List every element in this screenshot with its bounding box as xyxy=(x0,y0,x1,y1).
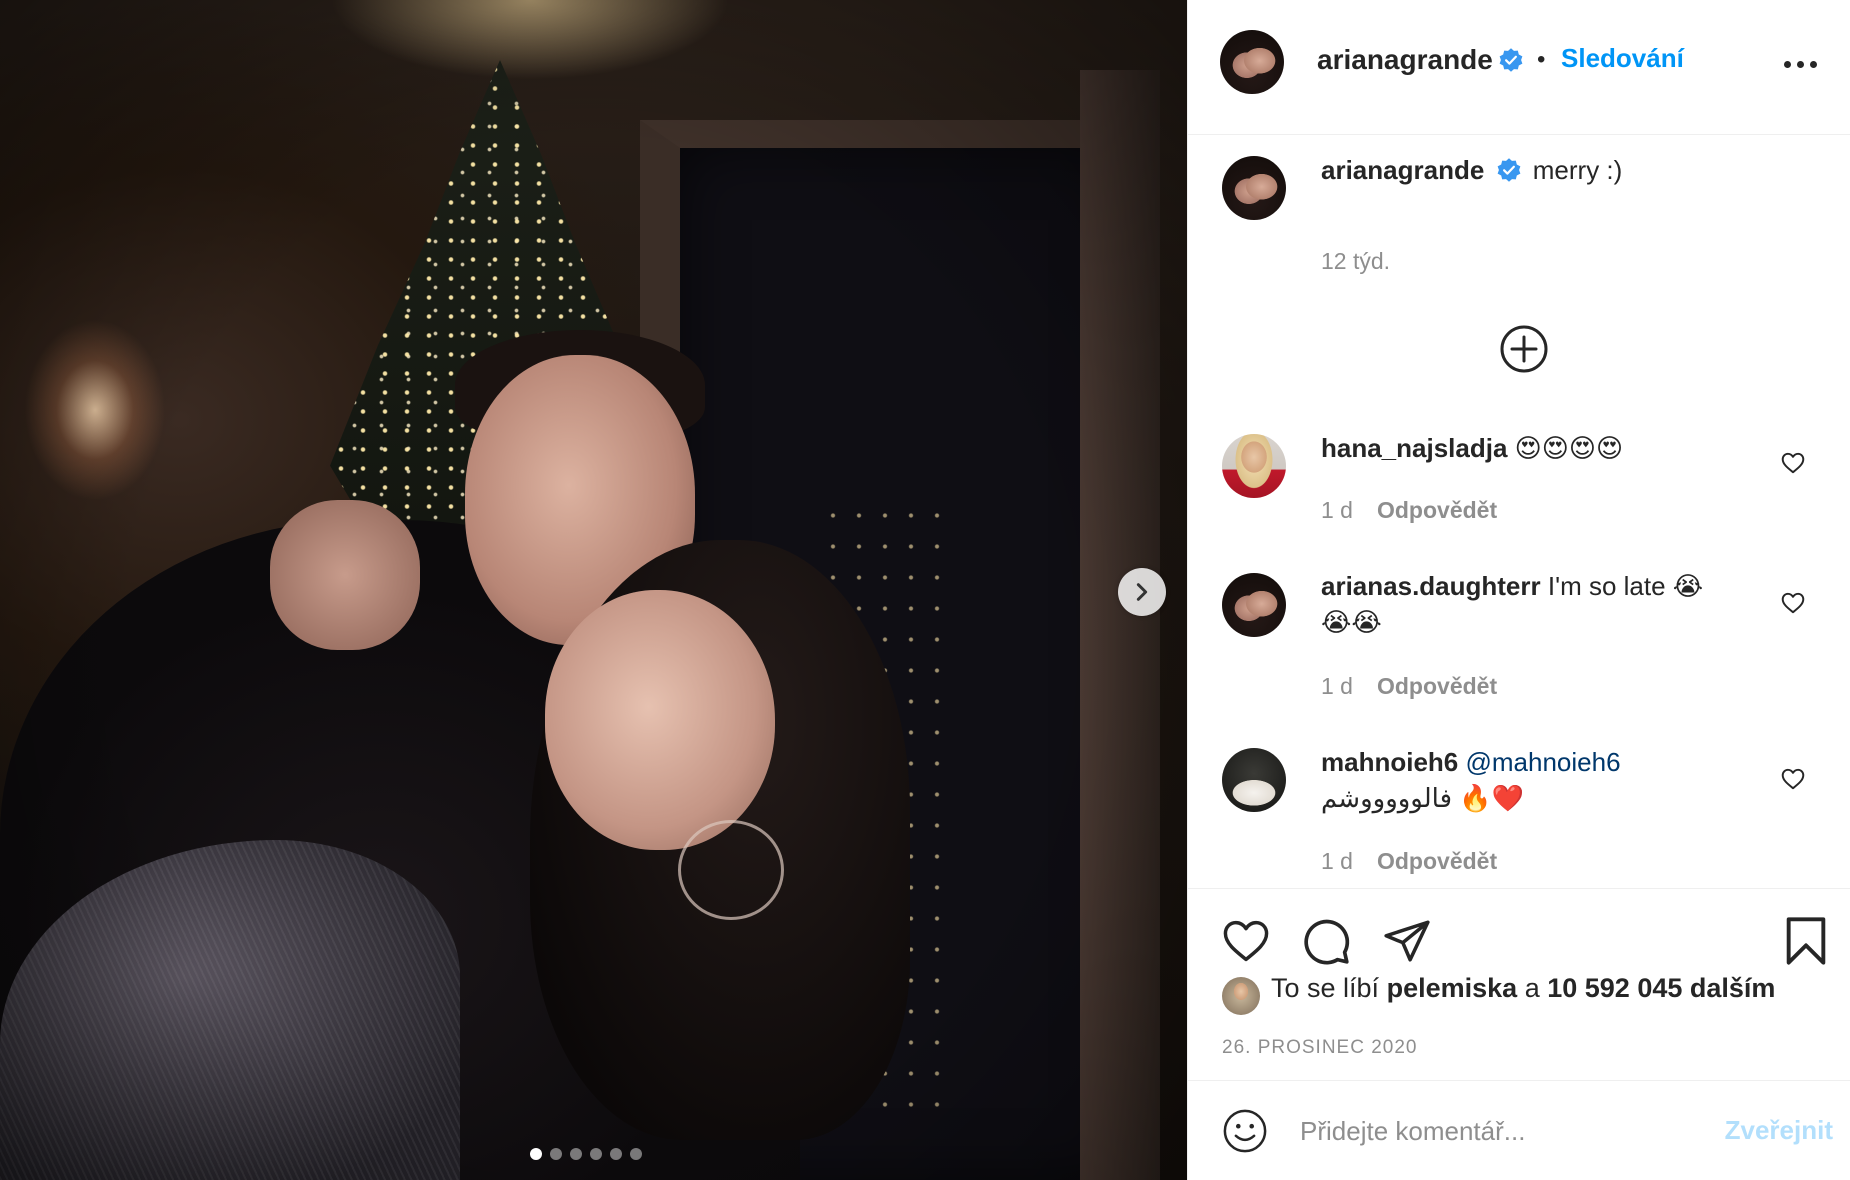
comment-meta: 1 d Odpovědět xyxy=(1321,848,1497,875)
caption-meta: 12 týd. xyxy=(1321,248,1390,275)
next-arrow-icon xyxy=(1136,583,1148,601)
caption-username[interactable]: arianagrande xyxy=(1321,155,1484,185)
comment-avatar[interactable] xyxy=(1222,748,1286,812)
more-options-button[interactable] xyxy=(1784,54,1824,74)
caption-avatar[interactable] xyxy=(1222,156,1286,220)
comment-username[interactable]: arianas.daughterr xyxy=(1321,571,1541,601)
comment: hana_najsladja 😍😍😍😍 xyxy=(1321,430,1623,466)
comment-avatar[interactable] xyxy=(1222,434,1286,498)
comment: arianas.daughterr I'm so late 😭 😭😭 xyxy=(1321,568,1761,640)
likes-conjunction: a xyxy=(1524,973,1540,1003)
comment-text: 😍😍😍😍 xyxy=(1514,433,1624,463)
post-date[interactable]: 26. PROSINEC 2020 xyxy=(1222,1037,1417,1059)
carousel-dot xyxy=(610,1148,622,1160)
follow-separator: • xyxy=(1537,46,1546,73)
photo-vignette xyxy=(0,0,1187,1180)
comment: mahnoieh6 @mahnoieh6 فالوووووشم 🔥❤️ xyxy=(1321,744,1761,816)
comment-mention[interactable]: @mahnoieh6 xyxy=(1465,747,1620,777)
comment-meta: 1 d Odpovědět xyxy=(1321,497,1497,524)
reply-button[interactable]: Odpovědět xyxy=(1377,497,1497,524)
likes-prefix: To se líbí xyxy=(1271,973,1380,1003)
more-icon-dot xyxy=(1797,60,1804,68)
reply-button[interactable]: Odpovědět xyxy=(1377,848,1497,875)
post-actions: To se líbí pelemiska a 10 592 045 dalším… xyxy=(1188,888,1850,1080)
post-header: arianagrande • Sledování xyxy=(1188,0,1850,135)
verified-badge-icon xyxy=(1497,158,1520,182)
comment-like-heart-icon[interactable] xyxy=(1780,450,1806,476)
author-username[interactable]: arianagrande xyxy=(1317,44,1493,76)
caption-time[interactable]: 12 týd. xyxy=(1321,248,1390,275)
next-slide-button[interactable] xyxy=(1118,568,1166,616)
reply-button[interactable]: Odpovědět xyxy=(1377,673,1497,700)
more-icon-dot xyxy=(1810,60,1817,68)
comment-text: فالوووووشم 🔥❤️ xyxy=(1321,783,1524,813)
carousel-dot xyxy=(550,1148,562,1160)
more-icon xyxy=(1784,60,1791,68)
comment-like-heart-icon[interactable] xyxy=(1780,590,1806,616)
carousel-dot xyxy=(590,1148,602,1160)
comment-input[interactable] xyxy=(1300,1111,1700,1151)
comments-list[interactable]: arianagrande merry :) 12 týd. hana_najsl… xyxy=(1188,136,1850,888)
liker-username[interactable]: pelemiska xyxy=(1387,973,1518,1003)
likes-count[interactable]: 10 592 045 dalším xyxy=(1547,973,1775,1003)
add-circle-icon[interactable] xyxy=(1499,324,1549,374)
carousel-dot xyxy=(570,1148,582,1160)
post-side-panel: arianagrande • Sledování arianagrande me… xyxy=(1187,0,1850,1180)
caption: arianagrande merry :) xyxy=(1321,152,1622,188)
carousel-dot xyxy=(630,1148,642,1160)
comment-icon[interactable] xyxy=(1300,915,1352,967)
liker-avatar[interactable] xyxy=(1222,977,1260,1015)
carousel-indicator xyxy=(530,1148,642,1160)
comment-time[interactable]: 1 d xyxy=(1321,497,1353,524)
comment-like-heart-icon[interactable] xyxy=(1780,766,1806,792)
carousel-dot xyxy=(530,1148,542,1160)
post-comment-button[interactable]: Zveřejnit xyxy=(1708,1115,1833,1146)
caption-text: merry :) xyxy=(1532,155,1623,185)
comment-meta: 1 d Odpovědět xyxy=(1321,673,1497,700)
author-avatar[interactable] xyxy=(1220,30,1284,94)
comment-avatar[interactable] xyxy=(1222,573,1286,637)
add-comment-bar: Zveřejnit xyxy=(1188,1080,1850,1180)
share-icon[interactable] xyxy=(1382,916,1432,966)
comment-text: I'm so late 😭 xyxy=(1547,571,1704,601)
comment-time[interactable]: 1 d xyxy=(1321,673,1353,700)
heart-icon[interactable] xyxy=(1220,915,1272,967)
bookmark-icon[interactable] xyxy=(1782,915,1830,967)
comment-time[interactable]: 1 d xyxy=(1321,848,1353,875)
comment-text-continued: 😭😭 xyxy=(1321,607,1382,637)
following-button[interactable]: Sledování xyxy=(1561,43,1684,74)
comment-username[interactable]: hana_najsladja xyxy=(1321,433,1507,463)
verified-badge-icon xyxy=(1499,48,1523,72)
post-photo[interactable] xyxy=(0,0,1187,1180)
emoji-icon[interactable] xyxy=(1222,1108,1268,1154)
likes-summary: To se líbí pelemiska a 10 592 045 dalším xyxy=(1271,973,1775,1004)
comment-username[interactable]: mahnoieh6 xyxy=(1321,747,1458,777)
